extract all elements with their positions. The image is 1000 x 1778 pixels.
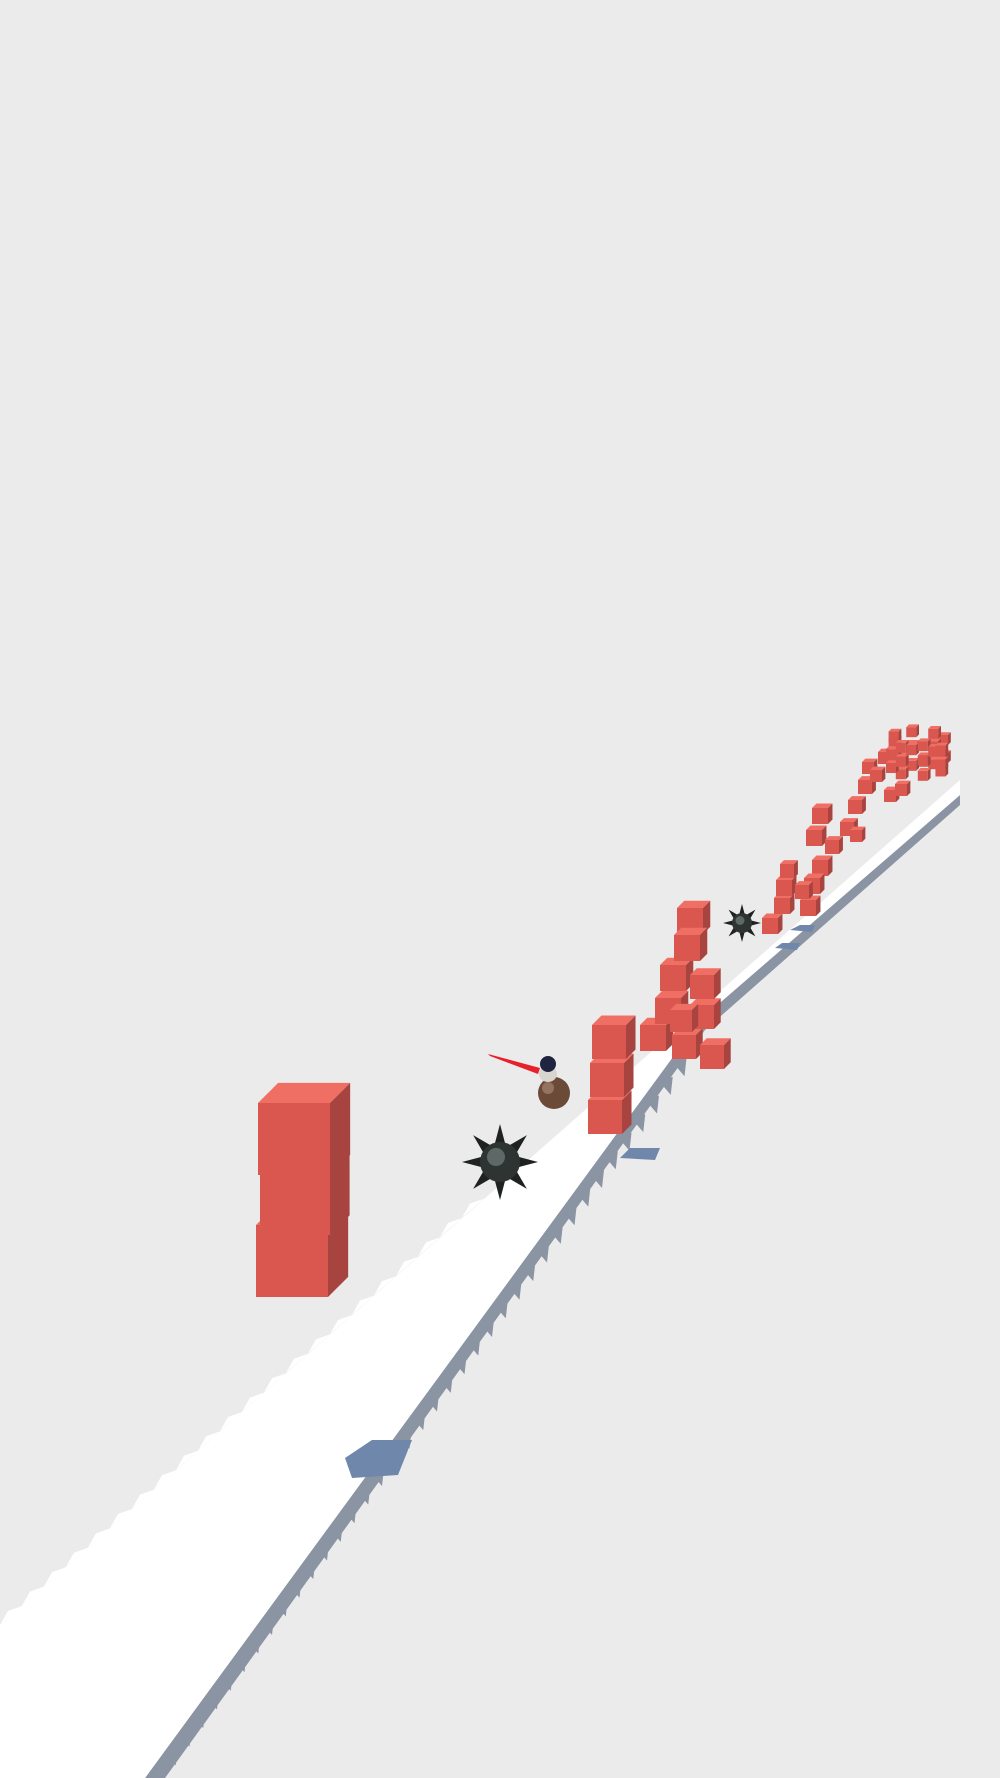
cube-front — [260, 1165, 330, 1235]
cube-front — [592, 1025, 626, 1059]
cube-front — [858, 780, 872, 794]
red-cube — [258, 1082, 351, 1175]
cube-front — [895, 742, 906, 753]
red-cube-stack-icon — [256, 1082, 351, 1297]
cube-front — [935, 759, 946, 770]
cube-front — [795, 885, 809, 899]
red-cube — [812, 855, 833, 876]
red-cube — [776, 875, 797, 896]
cube-front — [917, 755, 928, 766]
cube-front — [895, 784, 907, 796]
cube-front — [674, 935, 700, 961]
cube-front — [690, 975, 714, 999]
cube-front — [800, 900, 816, 916]
cube-front — [590, 1063, 624, 1097]
cube-front — [928, 728, 939, 739]
red-cube — [588, 1090, 632, 1134]
red-cube-ring-icon — [886, 724, 951, 781]
red-cube — [774, 893, 795, 914]
mine-highlight — [735, 916, 745, 925]
block-shadow — [620, 1148, 660, 1160]
cube-front — [774, 898, 790, 914]
cube-front — [884, 790, 896, 802]
cube-front — [776, 880, 792, 896]
rider-head — [540, 1056, 556, 1072]
red-cube — [670, 1003, 699, 1032]
red-cube — [780, 860, 798, 878]
spiked-mine-icon — [462, 1124, 538, 1200]
red-cube-cluster-icon — [640, 900, 731, 1069]
cube-front — [917, 741, 928, 752]
cube-front — [888, 731, 899, 742]
ball-rider-icon — [488, 1054, 570, 1109]
red-cube — [690, 968, 721, 999]
speed-trail — [488, 1054, 540, 1074]
ball-highlight — [542, 1082, 554, 1094]
red-cube — [795, 881, 813, 899]
red-cube — [762, 913, 783, 934]
red-cube — [700, 1038, 731, 1069]
cube-front — [660, 965, 686, 991]
red-cube — [674, 927, 708, 961]
red-cube — [592, 1015, 636, 1059]
red-cube — [870, 766, 886, 782]
cube-front — [780, 864, 794, 878]
cube-front — [812, 808, 828, 824]
cube-front — [670, 1010, 692, 1032]
red-cube-stack-icon — [588, 1015, 636, 1134]
red-cube — [917, 767, 931, 781]
red-cube — [825, 836, 843, 854]
red-cube — [806, 825, 827, 846]
red-cube — [590, 1053, 634, 1097]
spiked-mine-icon — [723, 904, 761, 942]
cube-front — [886, 763, 896, 773]
cube-front — [700, 1045, 724, 1069]
cube-front — [906, 745, 917, 756]
cube-front — [672, 1035, 696, 1059]
cube-front — [906, 727, 917, 738]
red-cube — [888, 728, 902, 742]
cube-front — [640, 1025, 666, 1051]
rolling-ball — [538, 1077, 570, 1109]
cube-front — [806, 830, 822, 846]
game-viewport — [0, 724, 960, 1778]
mine-highlight — [487, 1148, 505, 1166]
red-cube — [906, 742, 920, 756]
red-cube — [935, 756, 949, 770]
red-cube — [660, 957, 694, 991]
cube-front — [870, 770, 882, 782]
cube-front — [895, 756, 906, 767]
cube-front — [258, 1103, 330, 1175]
red-cube — [906, 724, 920, 738]
cube-front — [762, 918, 778, 934]
cube-front — [588, 1100, 622, 1134]
red-cube — [812, 803, 833, 824]
red-cube — [850, 826, 866, 842]
red-cube — [848, 796, 866, 814]
cube-front — [825, 840, 839, 854]
cube-front — [256, 1225, 328, 1297]
game-scene[interactable] — [0, 0, 1000, 1778]
cube-front — [935, 745, 946, 756]
cube-front — [917, 770, 928, 781]
cube-front — [850, 830, 862, 842]
red-cube — [895, 780, 911, 796]
red-cube — [928, 725, 942, 739]
red-cube — [672, 1028, 703, 1059]
cube-front — [848, 800, 862, 814]
red-cube — [895, 753, 909, 767]
red-cube — [935, 742, 949, 756]
